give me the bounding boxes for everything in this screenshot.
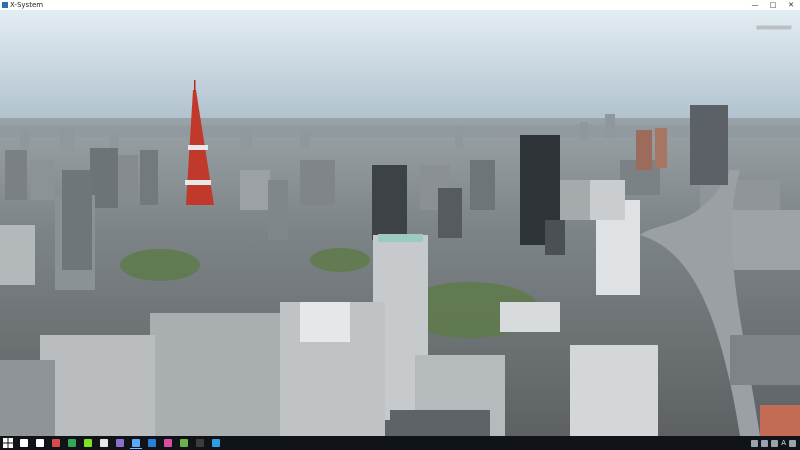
maximize-button[interactable]: □	[764, 0, 782, 10]
task-view-icon[interactable]	[34, 437, 46, 449]
app-icon[interactable]	[66, 437, 78, 449]
flight-sim-viewport[interactable]	[0, 10, 800, 436]
volume-icon[interactable]	[761, 439, 769, 447]
window-controls: — □ ✕	[746, 0, 800, 10]
city-scene	[0, 10, 800, 436]
sky	[0, 10, 800, 125]
windows-start-icon[interactable]	[2, 437, 14, 449]
search-icon[interactable]	[18, 437, 30, 449]
taskbar: A	[0, 436, 800, 450]
hud-progress-bar	[756, 25, 792, 30]
x-system-icon[interactable]	[130, 437, 142, 449]
close-button[interactable]: ✕	[782, 0, 800, 10]
network-icon[interactable]	[751, 439, 759, 447]
app-icon[interactable]	[114, 437, 126, 449]
app-icon[interactable]	[98, 437, 110, 449]
app-icon[interactable]	[50, 437, 62, 449]
minimize-button[interactable]: —	[746, 0, 764, 10]
input-method-indicator[interactable]: A	[781, 439, 786, 447]
app-icon[interactable]	[178, 437, 190, 449]
system-tray: A	[751, 436, 796, 450]
window-titlebar: X-System — □ ✕	[0, 0, 800, 10]
battery-icon[interactable]	[771, 439, 779, 447]
app-icon[interactable]	[162, 437, 174, 449]
app-icon[interactable]	[82, 437, 94, 449]
window-title: X-System	[10, 1, 44, 9]
app-icon[interactable]	[194, 437, 206, 449]
notification-icon[interactable]	[789, 439, 796, 447]
app-icon	[2, 2, 8, 8]
app-icon[interactable]	[146, 437, 158, 449]
edge-icon[interactable]	[210, 437, 222, 449]
